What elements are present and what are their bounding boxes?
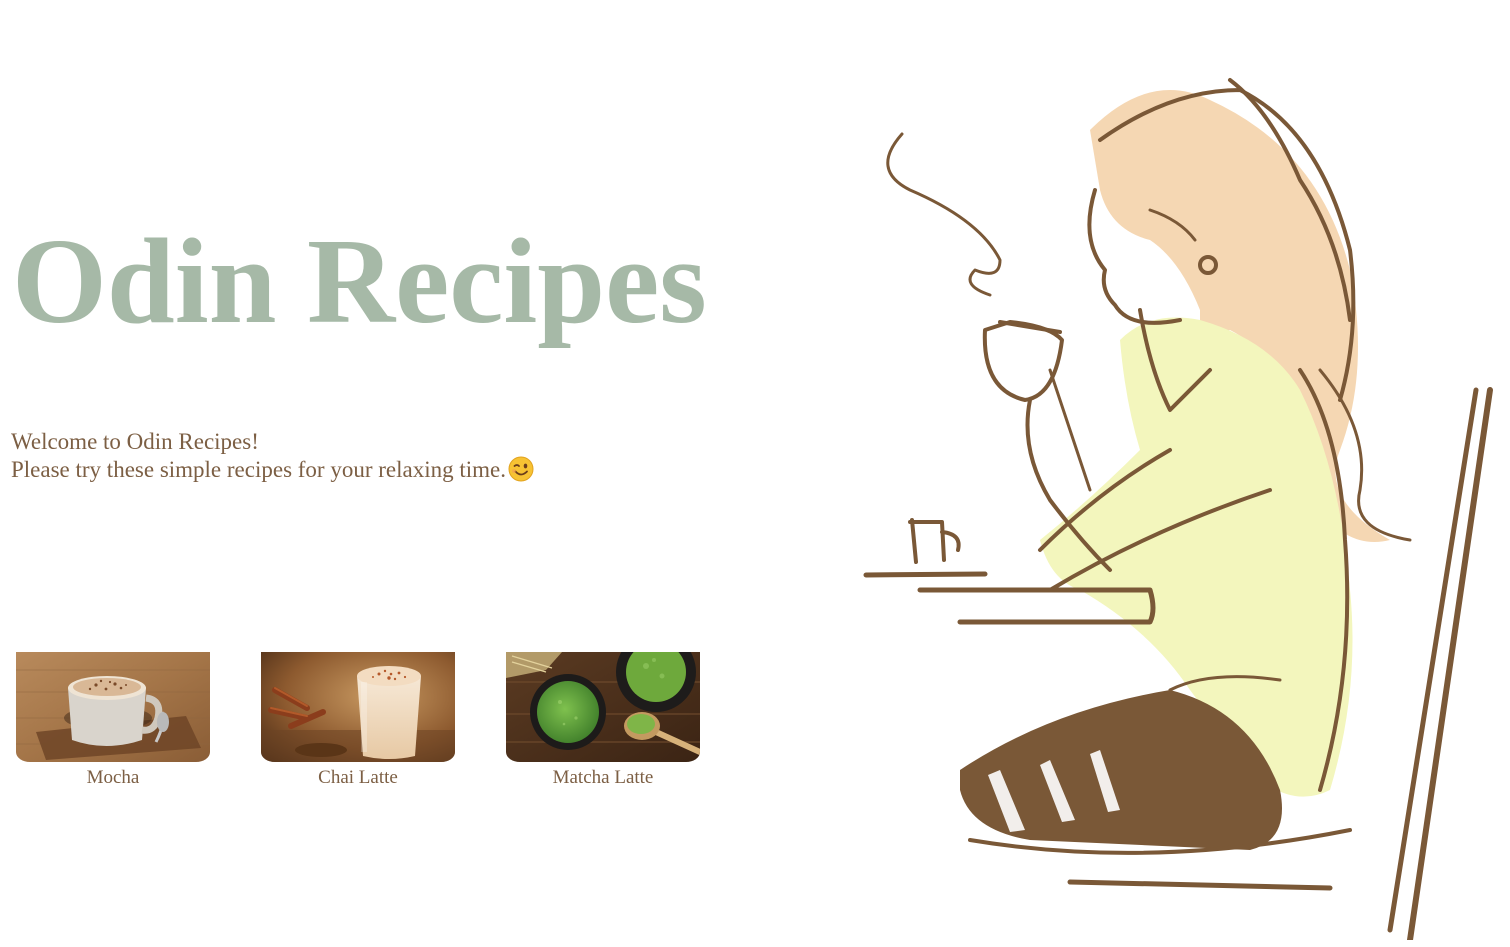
recipe-list: Mocha Chai Latte Matcha Latte [16, 652, 700, 789]
winking-face-icon [508, 456, 534, 482]
intro-text: Welcome to Odin Recipes! Please try thes… [11, 428, 534, 484]
matcha-latte-photo[interactable] [506, 652, 700, 762]
recipe-card-matcha-latte[interactable]: Matcha Latte [506, 652, 700, 789]
intro-line-welcome: Welcome to Odin Recipes! [11, 429, 259, 454]
chai-latte-photo[interactable] [261, 652, 455, 762]
page: Odin Recipes Welcome to Odin Recipes! Pl… [0, 0, 1510, 947]
recipe-card-mocha[interactable]: Mocha [16, 652, 210, 789]
mocha-photo[interactable] [16, 652, 210, 762]
recipe-label-mocha[interactable]: Mocha [16, 767, 210, 789]
recipe-label-matcha-latte[interactable]: Matcha Latte [506, 767, 700, 789]
intro-line-recipes: Please try these simple recipes for your… [11, 456, 534, 484]
woman-drinking-coffee-illustration [850, 70, 1510, 943]
intro-line-recipes-text: Please try these simple recipes for your… [11, 457, 506, 482]
page-title: Odin Recipes [12, 214, 707, 349]
recipe-label-chai-latte[interactable]: Chai Latte [261, 767, 455, 789]
recipe-card-chai-latte[interactable]: Chai Latte [261, 652, 455, 789]
